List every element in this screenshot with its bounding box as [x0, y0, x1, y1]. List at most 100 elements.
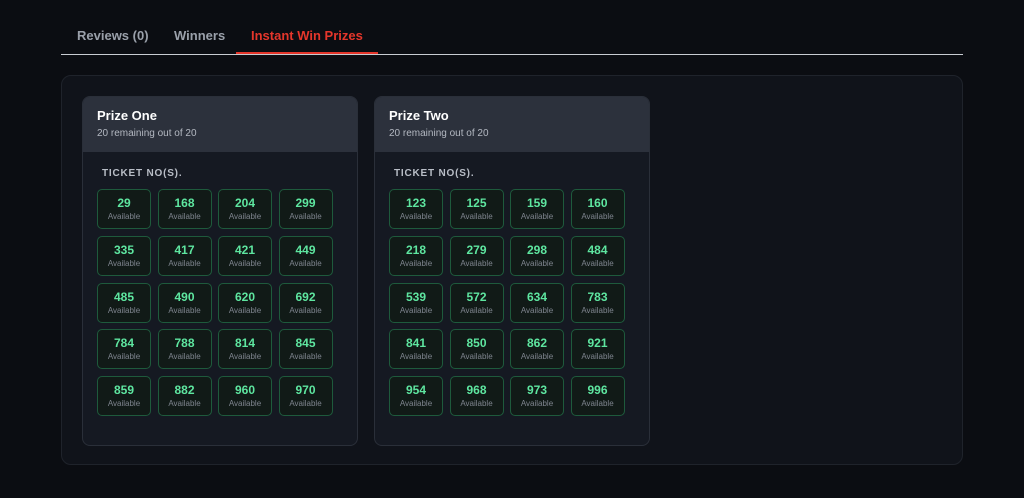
ticket-item[interactable]: 845 Available	[278, 329, 333, 370]
ticket-item[interactable]: 123 Available	[389, 189, 443, 229]
ticket-item[interactable]: 620 Available	[218, 282, 272, 323]
ticket-number: 970	[295, 383, 316, 398]
ticket-item[interactable]: 968 Available	[449, 376, 504, 417]
ticket-number: 845	[295, 336, 316, 351]
ticket-item[interactable]: 168 Available	[157, 189, 212, 229]
ticket-status: Available	[168, 352, 201, 362]
ticket-number: 204	[234, 196, 256, 210]
ticket-item[interactable]: 692 Available	[278, 282, 333, 323]
ticket-number: 484	[587, 242, 608, 257]
ticket-status: Available	[581, 399, 614, 409]
ticket-status: Available	[289, 258, 322, 268]
tab-winners[interactable]: Winners	[174, 18, 225, 53]
ticket-item[interactable]: 160 Available	[570, 189, 625, 229]
ticket-item[interactable]: 784 Available	[97, 329, 151, 370]
ticket-item[interactable]: 572 Available	[449, 282, 504, 323]
ticket-item[interactable]: 960 Available	[218, 376, 272, 417]
ticket-item[interactable]: 970 Available	[278, 376, 333, 417]
ticket-item[interactable]: 417 Available	[157, 235, 212, 276]
ticket-item[interactable]: 29 Available	[97, 189, 151, 229]
ticket-status: Available	[460, 305, 493, 315]
ticket-number: 620	[234, 289, 256, 304]
ticket-item[interactable]: 921 Available	[570, 329, 625, 370]
ticket-number: 125	[466, 196, 487, 210]
ticket-status: Available	[289, 352, 322, 362]
ticket-item[interactable]: 159 Available	[510, 189, 564, 229]
prize-card-header: Prize One 20 remaining out of 20	[83, 97, 357, 152]
ticket-item[interactable]: 484 Available	[570, 235, 625, 276]
ticket-status: Available	[581, 212, 614, 221]
ticket-item[interactable]: 973 Available	[510, 376, 564, 417]
ticket-number: 996	[587, 383, 608, 398]
ticket-number: 968	[466, 383, 487, 398]
ticket-number: 449	[295, 242, 316, 257]
prize-card: Prize Two 20 remaining out of 20 TICKET …	[374, 96, 650, 446]
ticket-number: 160	[587, 196, 608, 210]
ticket-item[interactable]: 421 Available	[218, 235, 272, 276]
ticket-number: 634	[526, 289, 548, 304]
ticket-item[interactable]: 862 Available	[510, 329, 564, 370]
ticket-item[interactable]: 841 Available	[389, 329, 443, 370]
ticket-item[interactable]: 814 Available	[218, 329, 272, 370]
ticket-status: Available	[460, 258, 493, 268]
ticket-number: 299	[295, 196, 316, 210]
ticket-item[interactable]: 882 Available	[157, 376, 212, 417]
ticket-item[interactable]: 298 Available	[510, 235, 564, 276]
ticket-status: Available	[168, 212, 201, 221]
ticket-item[interactable]: 279 Available	[449, 235, 504, 276]
ticket-status: Available	[107, 352, 141, 362]
ticket-status: Available	[228, 305, 262, 315]
ticket-number: 417	[174, 242, 195, 257]
ticket-number: 539	[405, 289, 427, 304]
ticket-number: 490	[174, 289, 195, 304]
ticket-status: Available	[107, 258, 141, 268]
ticket-item[interactable]: 218 Available	[389, 235, 443, 276]
ticket-number: 850	[466, 336, 487, 351]
ticket-item[interactable]: 850 Available	[449, 329, 504, 370]
ticket-item[interactable]: 299 Available	[278, 189, 333, 229]
ticket-number: 159	[526, 196, 548, 210]
ticket-status: Available	[107, 305, 141, 315]
ticket-status: Available	[520, 305, 554, 315]
prize-card: Prize One 20 remaining out of 20 TICKET …	[82, 96, 358, 446]
ticket-status: Available	[168, 258, 201, 268]
ticket-number: 572	[466, 289, 487, 304]
ticket-item[interactable]: 335 Available	[97, 235, 151, 276]
ticket-item[interactable]: 204 Available	[218, 189, 272, 229]
ticket-item[interactable]: 954 Available	[389, 376, 443, 417]
ticket-status: Available	[399, 305, 433, 315]
tab-reviews[interactable]: Reviews (0)	[77, 18, 149, 53]
ticket-status: Available	[289, 399, 322, 409]
ticket-status: Available	[168, 399, 201, 409]
ticket-item[interactable]: 996 Available	[570, 376, 625, 417]
ticket-grid: 123 Available 125 Available 159 Available 160 A…	[389, 189, 625, 417]
ticket-item[interactable]: 783 Available	[570, 282, 625, 323]
ticket-item[interactable]: 634 Available	[510, 282, 564, 323]
ticket-number: 692	[295, 289, 316, 304]
ticket-item[interactable]: 490 Available	[157, 282, 212, 323]
tab-bar: Reviews (0) Winners Instant Win Prizes	[61, 18, 963, 55]
ticket-status: Available	[581, 305, 614, 315]
ticket-status: Available	[289, 305, 322, 315]
ticket-item[interactable]: 539 Available	[389, 282, 443, 323]
ticket-status: Available	[520, 352, 554, 362]
ticket-item[interactable]: 449 Available	[278, 235, 333, 276]
ticket-status: Available	[460, 212, 493, 221]
ticket-number: 960	[234, 383, 256, 398]
ticket-item[interactable]: 788 Available	[157, 329, 212, 370]
ticket-status: Available	[228, 212, 262, 221]
ticket-number: 335	[113, 242, 135, 257]
ticket-status: Available	[399, 352, 433, 362]
ticket-item[interactable]: 125 Available	[449, 189, 504, 229]
prize-title: Prize Two	[389, 108, 449, 123]
ticket-item[interactable]: 485 Available	[97, 282, 151, 323]
ticket-status: Available	[289, 212, 322, 221]
instant-win-panel: Prize One 20 remaining out of 20 TICKET …	[61, 75, 963, 465]
ticket-status: Available	[168, 305, 201, 315]
ticket-status: Available	[399, 258, 433, 268]
ticket-item[interactable]: 859 Available	[97, 376, 151, 417]
ticket-number: 788	[174, 336, 195, 351]
ticket-number: 882	[174, 383, 195, 398]
tab-instant-win-prizes[interactable]: Instant Win Prizes	[236, 18, 378, 54]
ticket-number: 921	[587, 336, 608, 351]
